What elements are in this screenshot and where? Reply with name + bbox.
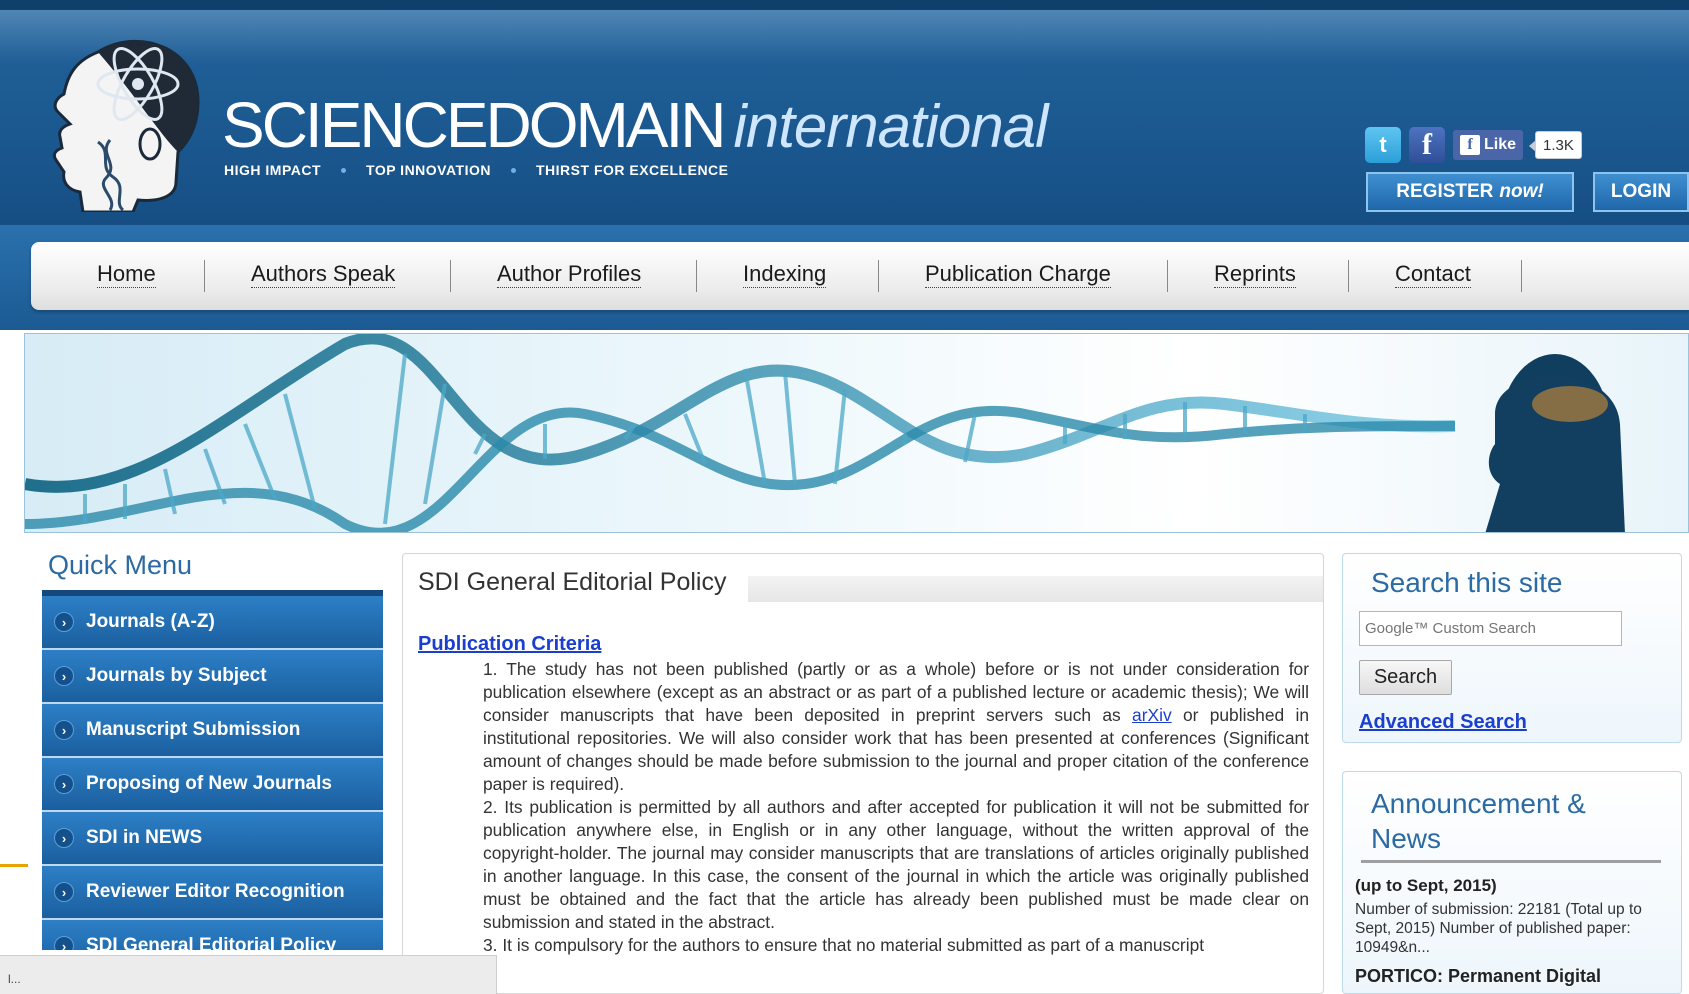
- quick-menu: › Journals (A-Z) › Journals by Subject ›…: [42, 590, 383, 950]
- quick-menu-label: Manuscript Submission: [86, 719, 301, 740]
- chevron-right-icon: ›: [54, 720, 74, 740]
- title-rule: [748, 576, 1323, 602]
- register-suffix: now!: [1499, 181, 1544, 202]
- quick-menu-label: SDI in NEWS: [86, 827, 203, 848]
- main-nav: Home Authors Speak Author Profiles Index…: [31, 242, 1689, 310]
- nav-divider: [878, 260, 879, 292]
- tagline-high-impact: HIGH IMPACT: [224, 162, 322, 178]
- policy-body: 1. The study has not been published (par…: [483, 658, 1309, 957]
- nav-divider: [696, 260, 697, 292]
- quick-menu-label: Journals (A-Z): [86, 611, 215, 632]
- nav-divider: [1167, 260, 1168, 292]
- register-button[interactable]: REGISTER now!: [1366, 172, 1574, 212]
- quick-menu-label: SDI General Editorial Policy: [86, 935, 337, 950]
- brand-suffix-text: international: [733, 93, 1049, 160]
- quick-menu-title: Quick Menu: [48, 550, 193, 580]
- quick-menu-label: Journals by Subject: [86, 665, 267, 686]
- chevron-right-icon: ›: [54, 828, 74, 848]
- quick-menu-label: Reviewer Editor Recognition: [86, 881, 345, 902]
- advanced-search-link[interactable]: Advanced Search: [1359, 711, 1527, 734]
- accent-mark: [0, 864, 28, 867]
- policy-paragraph-2: 2. Its publication is permitted by all a…: [483, 797, 1309, 932]
- twitter-icon[interactable]: t: [1365, 127, 1401, 163]
- quick-menu-reviewer-editor-recognition[interactable]: › Reviewer Editor Recognition: [42, 866, 383, 920]
- nav-authors-speak[interactable]: Authors Speak: [251, 261, 396, 288]
- dna-banner-image: [24, 333, 1689, 533]
- quick-menu-proposing-new-journals[interactable]: › Proposing of New Journals: [42, 758, 383, 812]
- nav-divider: [204, 260, 205, 292]
- social-links: t f f Like 1.3K: [1365, 127, 1582, 163]
- publication-criteria-link[interactable]: Publication Criteria: [418, 633, 601, 656]
- register-label: REGISTER: [1396, 181, 1494, 202]
- scrolled-text-fragment: [1361, 860, 1661, 865]
- chevron-right-icon: ›: [54, 882, 74, 902]
- tagline-separator: [341, 167, 347, 173]
- facebook-icon[interactable]: f: [1409, 127, 1445, 163]
- nav-publication-charge[interactable]: Publication Charge: [925, 261, 1111, 288]
- announcement-title: Announcement & News: [1371, 788, 1586, 854]
- nav-indexing[interactable]: Indexing: [743, 261, 827, 288]
- announcement-panel: Announcement & News (up to Sept, 2015) N…: [1342, 771, 1682, 994]
- facebook-logo-icon: f: [1460, 135, 1480, 155]
- brand-main-text: SCIENCEDOMAIN: [222, 89, 726, 161]
- editorial-policy-panel: SDI General Editorial Policy Publication…: [402, 553, 1324, 994]
- policy-paragraph-1: 1. The study has not been published (par…: [483, 658, 1309, 796]
- tagline-top-innovation: TOP INNOVATION: [366, 162, 491, 178]
- login-button[interactable]: LOGIN: [1593, 172, 1689, 212]
- nav-divider: [450, 260, 451, 292]
- page-title: SDI General Editorial Policy: [418, 568, 727, 596]
- quick-menu-sdi-in-news[interactable]: › SDI in NEWS: [42, 812, 383, 866]
- nav-contact[interactable]: Contact: [1395, 261, 1471, 288]
- policy-paragraph-3: 3. It is compulsory for the authors to e…: [483, 935, 1205, 955]
- brand-name[interactable]: SCIENCEDOMAIN international: [222, 88, 1049, 162]
- head-atom-logo-icon[interactable]: [38, 32, 208, 212]
- page: SCIENCEDOMAIN international HIGH IMPACT T…: [0, 0, 1689, 994]
- chevron-right-icon: ›: [54, 612, 74, 632]
- quick-menu-sdi-general-editorial-policy[interactable]: › SDI General Editorial Policy: [42, 920, 383, 950]
- like-count-bubble: 1.3K: [1529, 131, 1582, 159]
- quick-menu-journals-by-subject[interactable]: › Journals by Subject: [42, 650, 383, 704]
- chevron-right-icon: ›: [54, 774, 74, 794]
- nav-divider: [1348, 260, 1349, 292]
- search-input[interactable]: [1359, 611, 1622, 646]
- site-header: SCIENCEDOMAIN international HIGH IMPACT T…: [0, 0, 1689, 225]
- tagline-separator: [511, 167, 516, 173]
- facebook-like-button[interactable]: f Like: [1453, 130, 1524, 160]
- tagline-row: HIGH IMPACT TOP INNOVATION THIRST FOR EX…: [224, 162, 729, 178]
- quick-menu-manuscript-submission[interactable]: › Manuscript Submission: [42, 704, 383, 758]
- quick-menu-journals-az[interactable]: › Journals (A-Z): [42, 596, 383, 650]
- nav-author-profiles[interactable]: Author Profiles: [497, 261, 642, 288]
- quick-menu-label: Proposing of New Journals: [86, 773, 332, 794]
- browser-status-bar: l...: [0, 955, 497, 994]
- search-panel: Search this site Search Advanced Search: [1342, 553, 1682, 743]
- arxiv-link[interactable]: arXiv: [1132, 705, 1172, 725]
- nav-home[interactable]: Home: [97, 261, 156, 288]
- chevron-right-icon: ›: [54, 936, 74, 950]
- tagline-thirst: THIRST FOR EXCELLENCE: [536, 162, 729, 178]
- like-label: Like: [1484, 136, 1517, 153]
- search-button[interactable]: Search: [1359, 660, 1452, 695]
- header-sheen: [0, 10, 1689, 65]
- dna-helix-graphic: [25, 334, 1625, 532]
- header-top-strip: [0, 0, 1689, 10]
- nav-divider: [1521, 260, 1522, 292]
- chevron-right-icon: ›: [54, 666, 74, 686]
- news-period: (up to Sept, 2015): [1355, 876, 1497, 895]
- news-body: Number of submission: 22181 (Total up to…: [1355, 901, 1642, 956]
- nav-reprints[interactable]: Reprints: [1214, 261, 1296, 288]
- search-title: Search this site: [1371, 567, 1563, 598]
- news-portico-link[interactable]: PORTICO: Permanent Digital: [1355, 966, 1601, 987]
